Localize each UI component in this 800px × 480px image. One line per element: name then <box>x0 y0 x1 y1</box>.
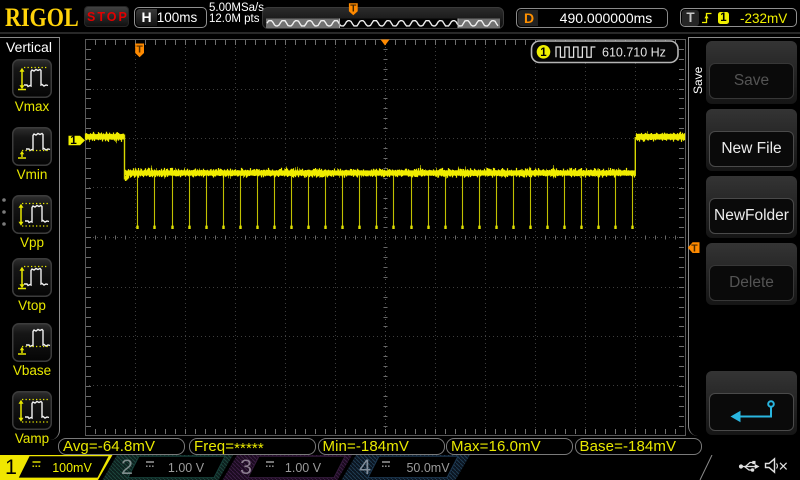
svg-text:610.710 Hz: 610.710 Hz <box>602 45 666 59</box>
svg-text:1: 1 <box>540 47 547 59</box>
svg-text:T: T <box>350 4 356 15</box>
svg-text:T: T <box>136 44 143 56</box>
svg-text:1: 1 <box>70 133 77 147</box>
svg-text:T: T <box>691 243 698 255</box>
